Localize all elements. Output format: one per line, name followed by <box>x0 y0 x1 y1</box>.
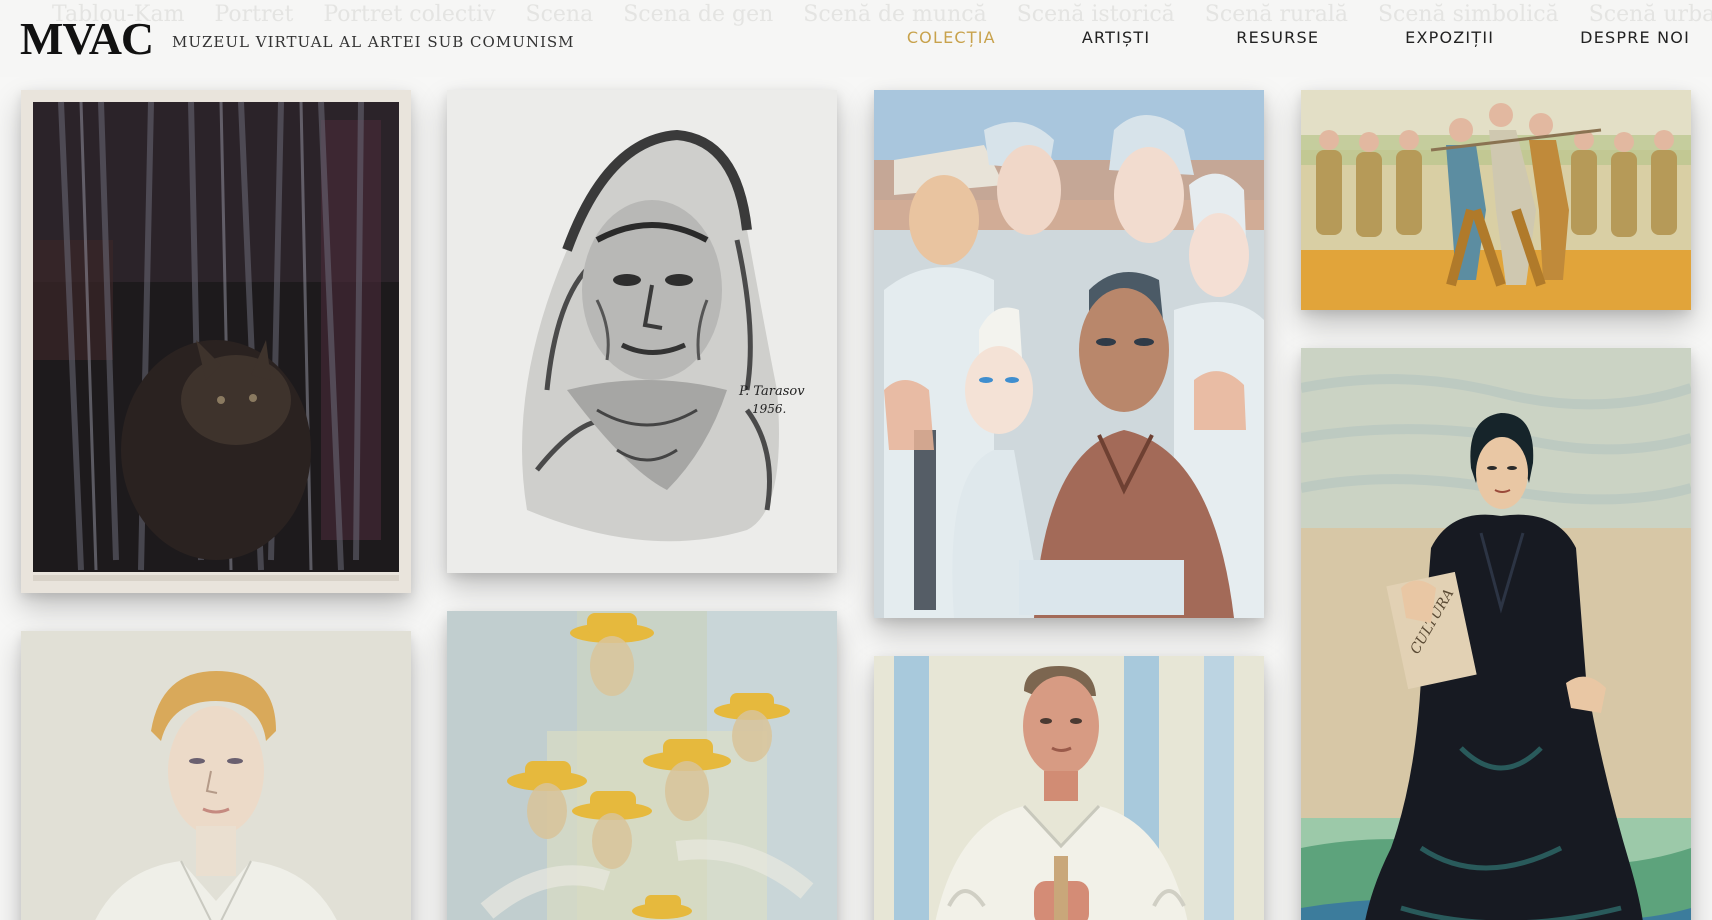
page: Tablou-Kam Portret Portret colectiv Scen… <box>0 0 1712 920</box>
filter-item[interactable]: Portret <box>214 2 293 36</box>
artwork-card[interactable]: CULTURA <box>1301 348 1691 920</box>
main-nav: COLECȚIA ARTIȘTI RESURSE EXPOZIȚII DESPR… <box>907 28 1690 47</box>
artwork-portrait-woman-light-dress <box>21 631 411 920</box>
artwork-portrait-worker-white-shirt <box>874 656 1264 920</box>
artwork-men-in-yellow-hats <box>447 611 837 920</box>
artwork-card[interactable] <box>21 631 411 920</box>
filter-item[interactable]: Scena <box>526 2 594 36</box>
nav-item-colectia[interactable]: COLECȚIA <box>907 28 996 47</box>
artwork-card[interactable] <box>21 90 411 593</box>
nav-item-despre-noi[interactable]: DESPRE NOI <box>1580 28 1690 47</box>
site-header: Tablou-Kam Portret Portret colectiv Scen… <box>0 0 1712 77</box>
artwork-charcoal-portrait-old-woman: P. Tarasov 1956. <box>447 90 837 573</box>
artwork-card[interactable] <box>874 656 1264 920</box>
artwork-seated-woman-black-dress: CULTURA <box>1301 348 1691 920</box>
site-tagline: MUZEUL VIRTUAL AL ARTEI SUB COMUNISM <box>172 33 575 51</box>
artwork-collective-portrait-workers <box>874 90 1264 618</box>
site-logo[interactable]: MVAC <box>20 12 154 65</box>
artwork-card[interactable] <box>874 90 1264 618</box>
artwork-procession-of-workers <box>1301 90 1691 310</box>
filter-item[interactable]: Portret colectiv <box>323 2 495 36</box>
filter-item[interactable]: Scena de gen <box>623 2 773 36</box>
nav-item-expozitii[interactable]: EXPOZIȚII <box>1405 28 1494 47</box>
nav-item-resurse[interactable]: RESURSE <box>1236 28 1319 47</box>
artwork-dark-animal-behind-curtain <box>21 90 411 593</box>
artwork-card[interactable] <box>447 611 837 920</box>
nav-item-artisti[interactable]: ARTIȘTI <box>1082 28 1150 47</box>
artwork-signature: P. Tarasov <box>738 384 805 399</box>
artwork-card[interactable]: P. Tarasov 1956. <box>447 90 837 573</box>
artwork-card[interactable] <box>1301 90 1691 310</box>
artwork-year: 1956. <box>752 402 786 416</box>
